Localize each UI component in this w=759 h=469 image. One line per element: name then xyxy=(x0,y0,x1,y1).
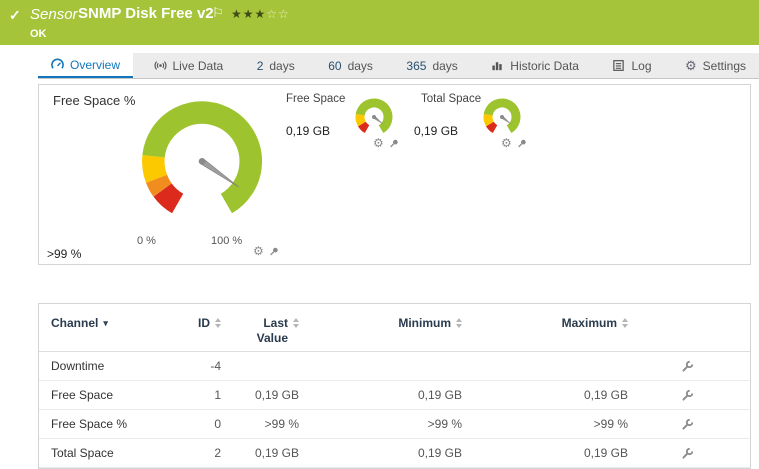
tab-log-label: Log xyxy=(631,58,652,73)
free-space-title: Free Space xyxy=(286,93,346,105)
sensor-status-text: OK xyxy=(30,28,47,40)
total-space-gauge-controls: ⚙ xyxy=(501,137,527,149)
priority-flag-icon[interactable]: ⚐ xyxy=(212,5,224,21)
tab-60-days-number: 60 xyxy=(328,58,342,73)
channel-id-cell: 0 xyxy=(214,417,221,431)
tab-settings-label: Settings xyxy=(702,58,746,73)
last-value-cell: >99 % xyxy=(264,417,299,431)
channel-table-header: Channel ▾ ID Last Value Minimum Maximum xyxy=(39,304,750,352)
minimum-header-label: Minimum xyxy=(398,316,451,330)
minimum-cell: 0,19 GB xyxy=(417,388,462,402)
gear-icon: ⚙ xyxy=(684,58,697,73)
table-row-downtime[interactable]: Downtime -4 xyxy=(39,352,750,381)
channel-id-cell: 2 xyxy=(214,446,221,460)
maximum-cell: 0,19 GB xyxy=(583,388,628,402)
minimum-cell: >99 % xyxy=(427,417,462,431)
channel-name-cell: Free Space % xyxy=(51,417,128,431)
channel-name-cell: Downtime xyxy=(51,359,105,373)
sensor-kind-label: Sensor xyxy=(30,6,78,23)
tab-historic-data-label: Historic Data xyxy=(510,58,579,73)
channel-id-cell: 1 xyxy=(214,388,221,402)
tab-overview[interactable]: Overview xyxy=(38,53,134,78)
column-header-settings xyxy=(636,316,750,351)
channel-id-cell: -4 xyxy=(210,359,221,373)
total-space-gauge[interactable] xyxy=(479,97,525,141)
primary-channel-title: Free Space % xyxy=(53,93,136,108)
channel-table-panel: Channel ▾ ID Last Value Minimum Maximum … xyxy=(38,303,751,469)
channel-filter-caret-icon: ▾ xyxy=(103,318,108,328)
tab-live-data[interactable]: Live Data xyxy=(141,53,237,78)
sort-arrows-icon xyxy=(293,318,299,351)
tab-bar: Overview Live Data 2 days 60 days 365 da… xyxy=(38,53,759,79)
overview-gauges-panel: Free Space % 0 % 100 % >99 % ⚙ Free Spac… xyxy=(38,84,751,265)
tab-overview-label: Overview xyxy=(70,57,121,72)
tab-365-days-number: 365 xyxy=(406,58,427,73)
stars-filled-icon: ★★★ xyxy=(231,7,267,21)
channel-settings-wrench-icon[interactable] xyxy=(681,418,694,431)
column-header-last-value[interactable]: Last Value xyxy=(229,316,307,351)
last-value-header-label: Last Value xyxy=(256,316,288,345)
pin-icon[interactable] xyxy=(389,138,399,149)
priority-star-rating[interactable]: ★★★☆☆ xyxy=(231,7,290,21)
table-row-free-space-percent[interactable]: Free Space % 0 >99 % >99 % >99 % xyxy=(39,410,750,439)
maximum-header-label: Maximum xyxy=(561,316,617,330)
tab-log[interactable]: Log xyxy=(599,53,664,78)
tab-365-days-word: days xyxy=(432,58,458,73)
bar-chart-icon xyxy=(492,62,502,71)
gauge-icon xyxy=(51,58,64,69)
id-header-label: ID xyxy=(198,316,210,330)
maximum-cell: 0,19 GB xyxy=(583,446,628,460)
channel-header-label: Channel xyxy=(51,316,99,330)
tab-2-days[interactable]: 2 days xyxy=(244,53,308,78)
sensor-title: SNMP Disk Free v2 xyxy=(78,5,214,22)
table-row-total-space[interactable]: Total Space 2 0,19 GB 0,19 GB 0,19 GB xyxy=(39,439,750,468)
tab-2-days-number: 2 xyxy=(256,58,264,73)
channel-settings-wrench-icon[interactable] xyxy=(681,360,694,373)
channel-name-cell: Free Space xyxy=(51,388,114,402)
gauge-scale-min-label: 0 % xyxy=(137,235,156,247)
free-space-percent-gauge[interactable] xyxy=(127,95,277,237)
last-value-cell: 0,19 GB xyxy=(254,388,299,402)
gauge-settings-gear-icon[interactable]: ⚙ xyxy=(373,137,384,149)
gauge-scale-max-label: 100 % xyxy=(211,235,243,247)
pin-icon[interactable] xyxy=(517,138,527,149)
gauge-settings-gear-icon[interactable]: ⚙ xyxy=(253,245,264,257)
gauge-settings-gear-icon[interactable]: ⚙ xyxy=(501,137,512,149)
minimum-cell: 0,19 GB xyxy=(417,446,462,460)
channel-settings-wrench-icon[interactable] xyxy=(681,389,694,402)
column-header-channel[interactable]: Channel ▾ xyxy=(39,316,189,351)
tab-2-days-word: days xyxy=(269,58,295,73)
tab-60-days[interactable]: 60 days xyxy=(315,53,386,78)
column-header-maximum[interactable]: Maximum xyxy=(470,316,636,351)
tab-historic-data[interactable]: Historic Data xyxy=(478,53,592,78)
live-signal-icon xyxy=(154,61,166,70)
sort-arrows-icon xyxy=(622,318,628,351)
tab-live-data-label: Live Data xyxy=(172,58,224,73)
main-gauge-controls: ⚙ xyxy=(253,245,279,257)
maximum-cell: >99 % xyxy=(593,417,628,431)
free-space-gauge-controls: ⚙ xyxy=(373,137,399,149)
sort-arrows-icon xyxy=(215,318,221,351)
channel-name-cell: Total Space xyxy=(51,446,114,460)
gauge-needle xyxy=(200,158,240,188)
channel-settings-wrench-icon[interactable] xyxy=(681,447,694,460)
pin-icon[interactable] xyxy=(269,246,279,257)
column-header-id[interactable]: ID xyxy=(189,316,229,351)
sensor-header-bar: ✓ Sensor SNMP Disk Free v2 ⚐ ★★★☆☆ OK xyxy=(0,0,759,45)
status-ok-check-icon: ✓ xyxy=(9,7,21,23)
tab-settings[interactable]: ⚙ Settings xyxy=(672,53,759,78)
stars-empty-icon: ☆☆ xyxy=(266,7,290,21)
total-space-value: 0,19 GB xyxy=(414,124,459,138)
free-space-value: 0,19 GB xyxy=(286,124,331,138)
table-row-free-space[interactable]: Free Space 1 0,19 GB 0,19 GB 0,19 GB xyxy=(39,381,750,410)
total-space-title: Total Space xyxy=(421,93,482,105)
column-header-minimum[interactable]: Minimum xyxy=(307,316,470,351)
tab-365-days[interactable]: 365 days xyxy=(393,53,470,78)
sort-arrows-icon xyxy=(456,318,462,351)
last-value-cell: 0,19 GB xyxy=(254,446,299,460)
free-space-percent-value: >99 % xyxy=(47,247,82,261)
free-space-gauge[interactable] xyxy=(351,97,397,141)
log-list-icon xyxy=(613,60,625,71)
tab-60-days-word: days xyxy=(347,58,373,73)
